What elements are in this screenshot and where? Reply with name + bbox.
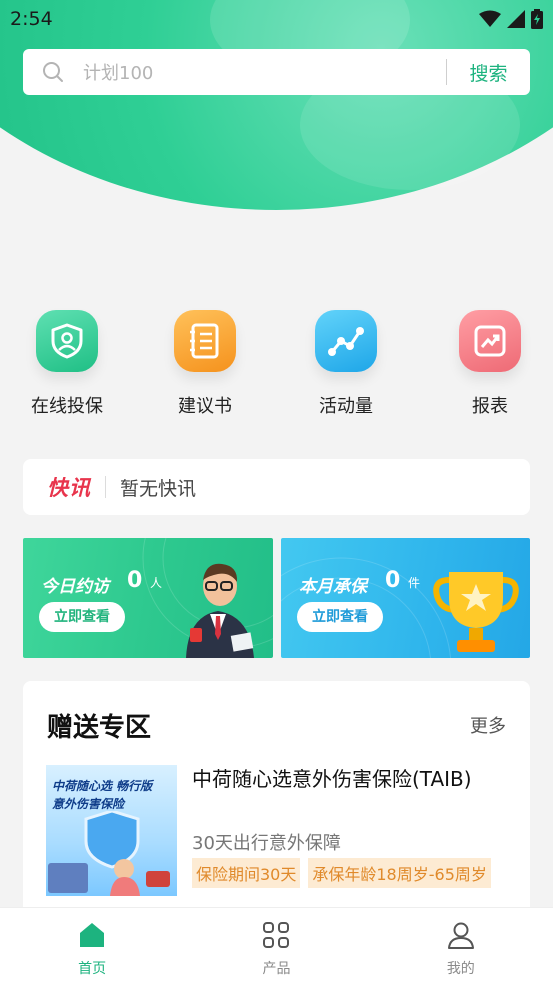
thumb-subtitle: 意外伤害保险 [52, 797, 125, 811]
visits-count: 0 [127, 568, 143, 593]
quick-entry-label: 报表 [472, 396, 508, 417]
notebook-icon [174, 310, 236, 372]
product-thumbnail[interactable]: 中荷随心选 畅行版 意外伤害保险 [46, 765, 177, 896]
quick-entry-label: 建议书 [178, 396, 232, 417]
policies-view-button[interactable]: 立即查看 [297, 602, 383, 632]
visits-unit: 人 [150, 576, 163, 590]
product-subtitle: 30天出行意外保障 [192, 833, 341, 854]
gift-section: 赠送专区 更多 中荷随心选 畅行版 意外伤害保险 中荷随心选意外伤害保险(TAI… [23, 681, 530, 921]
user-icon [447, 922, 474, 949]
battery-icon [531, 9, 543, 29]
quick-entry-proposal[interactable]: 建议书 [150, 310, 260, 418]
product-name[interactable]: 中荷随心选意外伤害保险(TAIB) [192, 765, 512, 794]
news-tag: 快讯 [47, 476, 91, 500]
news-text: 暂无快讯 [120, 477, 197, 500]
news-bar[interactable]: 快讯 暂无快讯 [23, 459, 530, 515]
policies-unit: 件 [408, 576, 421, 590]
activity-chart-icon [315, 310, 377, 372]
quick-entry-label: 活动量 [319, 396, 373, 417]
quick-entry-label: 在线投保 [31, 396, 103, 417]
status-icons [479, 9, 543, 29]
policies-title: 本月承保 [299, 577, 367, 597]
signal-icon [507, 10, 525, 28]
nav-mine[interactable]: 我的 [369, 908, 553, 984]
report-icon [459, 310, 521, 372]
shield-user-icon [36, 310, 98, 372]
visits-banner[interactable]: 今日约访 0 人 立即查看 [23, 538, 273, 658]
status-bar: 2:54 [0, 0, 553, 38]
nav-home[interactable]: 首页 [0, 908, 184, 984]
nav-label: 产品 [262, 961, 291, 977]
bottom-nav: 首页 产品 我的 [0, 907, 553, 984]
search-icon [23, 61, 83, 83]
trophy-illustration [433, 572, 519, 652]
product-tags: 保险期间30天 承保年龄18周岁-65周岁 [192, 858, 491, 888]
visits-title: 今日约访 [41, 577, 109, 597]
nav-label: 我的 [446, 961, 475, 977]
policies-count: 0 [385, 568, 401, 593]
quick-entry-report[interactable]: 报表 [435, 310, 545, 418]
quick-entry-activity[interactable]: 活动量 [291, 310, 401, 418]
policies-banner[interactable]: 本月承保 0 件 立即查看 [281, 538, 530, 658]
quick-entry-online-insure[interactable]: 在线投保 [12, 310, 122, 418]
status-time: 2:54 [10, 8, 53, 30]
nav-label: 首页 [78, 961, 107, 977]
quick-entries: 在线投保 建议书 活动量 报表 [0, 310, 553, 430]
section-title: 赠送专区 [47, 713, 152, 743]
thumb-title: 中荷随心选 畅行版 [52, 779, 153, 793]
search-input[interactable]: 计划100 [83, 59, 446, 85]
wifi-icon [479, 10, 501, 27]
search-button[interactable]: 搜索 [447, 59, 530, 86]
news-divider [105, 476, 106, 498]
product-tag: 保险期间30天 [192, 858, 301, 888]
businessman-illustration [186, 563, 254, 658]
more-link[interactable]: 更多 [470, 712, 506, 738]
grid-icon [263, 922, 290, 948]
insurance-illustration [48, 811, 170, 896]
product-tag: 承保年龄18周岁-65周岁 [308, 858, 491, 888]
home-icon [80, 923, 105, 947]
nav-products[interactable]: 产品 [184, 908, 368, 984]
visits-view-button[interactable]: 立即查看 [39, 602, 125, 632]
search-bar[interactable]: 计划100 搜索 [23, 49, 530, 95]
